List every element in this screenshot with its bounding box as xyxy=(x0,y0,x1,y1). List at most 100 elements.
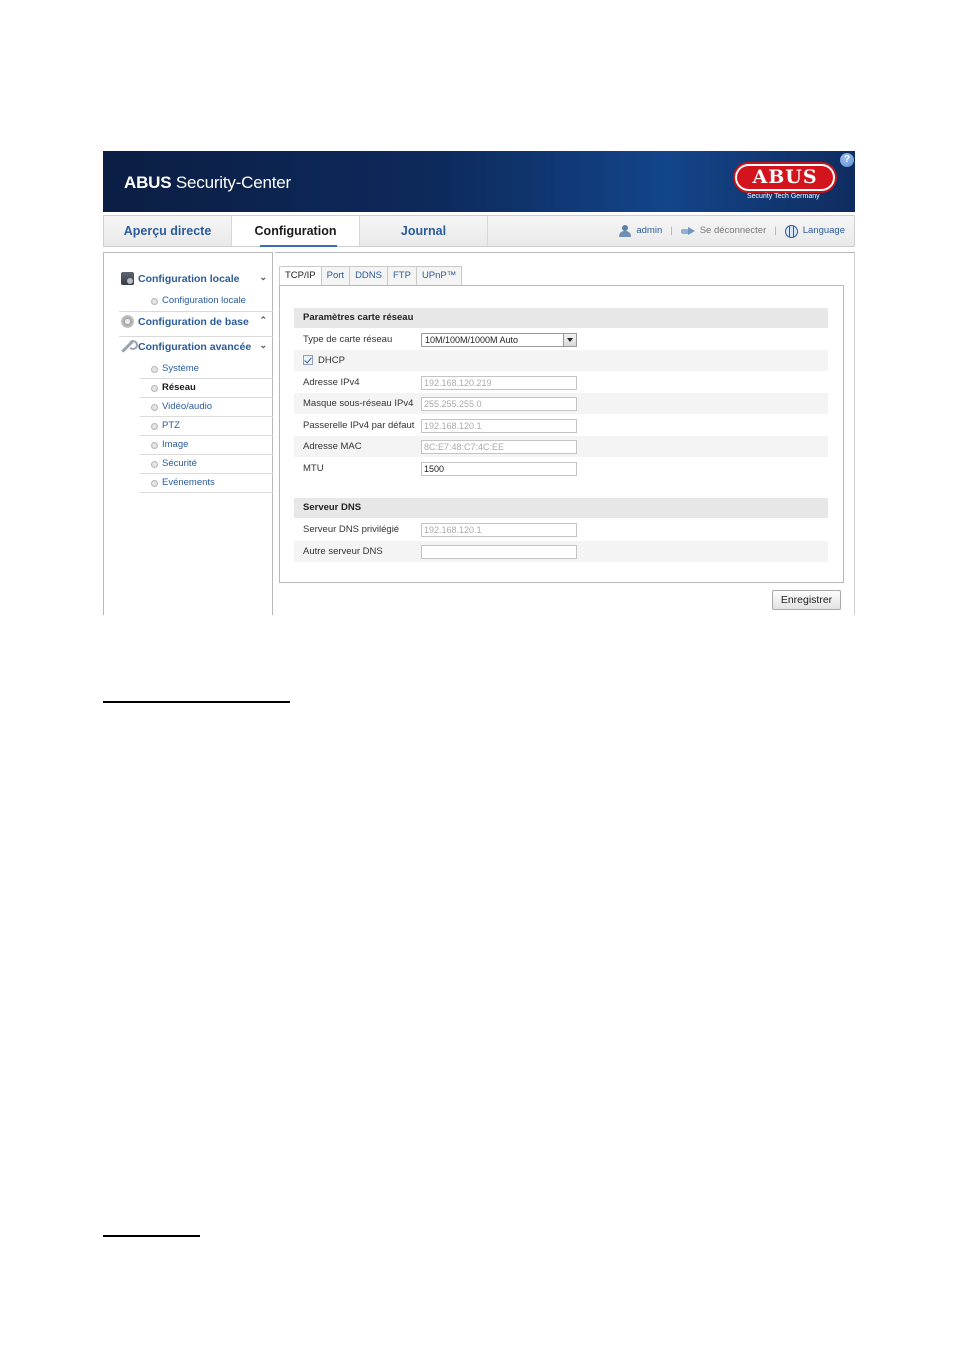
sidebar-group-local-config[interactable]: Configuration locale ⌄ xyxy=(119,269,273,292)
sidebar-group-label: Configuration locale xyxy=(138,273,240,285)
gateway-label: Passerelle IPv4 par défaut xyxy=(303,420,415,431)
user-bar: admin | Se déconnecter | Language xyxy=(618,216,845,246)
abus-logo: ABUS Security Tech Germany xyxy=(731,161,835,200)
subtab-ftp[interactable]: FTP xyxy=(386,266,417,285)
abus-logo-wordmark: ABUS xyxy=(735,164,835,191)
preferred-dns-field[interactable]: 192.168.120.1 xyxy=(421,523,577,537)
content-panel: TCP/IP Port DDNS FTP UPnP™ Paramètres ca… xyxy=(275,252,855,615)
top-navigation: Aperçu directe Configuration Journal adm… xyxy=(103,215,855,247)
dhcp-label: DHCP xyxy=(318,355,345,366)
nic-type-value: 10M/100M/1000M Auto xyxy=(425,335,519,345)
subnet-mask-field[interactable]: 255.255.255.0 xyxy=(421,397,577,411)
separator: | xyxy=(774,225,777,236)
row-ipv4: Adresse IPv4 192.168.120.219 xyxy=(294,372,828,393)
sidebar-item-label: PTZ xyxy=(162,420,180,431)
row-nic-type: Type de carte réseau 10M/100M/1000M Auto xyxy=(294,329,828,350)
section-dns: Serveur DNS xyxy=(294,498,828,518)
sidebar-group-label: Configuration avancée xyxy=(138,341,252,353)
logout-link[interactable]: Se déconnecter xyxy=(700,216,767,246)
row-dhcp: DHCP xyxy=(294,350,828,371)
row-alternate-dns: Autre serveur DNS xyxy=(294,541,828,562)
sidebar-group-label: Configuration de base xyxy=(138,316,249,328)
row-preferred-dns: Serveur DNS privilégié 192.168.120.1 xyxy=(294,519,828,540)
sidebar-item-label: Configuration locale xyxy=(162,295,246,306)
preferred-dns-label: Serveur DNS privilégié xyxy=(303,524,400,535)
logout-icon xyxy=(680,226,695,236)
sidebar-item-network[interactable]: Réseau xyxy=(140,379,273,398)
abus-security-center-window: ABUS Security-Center ABUS Security Tech … xyxy=(103,151,855,615)
bullet-icon xyxy=(151,442,158,449)
mac-label: Adresse MAC xyxy=(303,441,362,452)
sidebar-group-advanced-config[interactable]: Configuration avancée ⌄ xyxy=(119,336,273,359)
chevron-down-icon[interactable]: ⌄ xyxy=(259,272,267,283)
alternate-dns-label: Autre serveur DNS xyxy=(303,546,383,557)
bullet-icon xyxy=(151,461,158,468)
header-banner: ABUS Security-Center ABUS Security Tech … xyxy=(103,151,855,212)
tab-configuration[interactable]: Configuration xyxy=(232,216,360,247)
abus-logo-tagline: Security Tech Germany xyxy=(747,193,820,200)
row-mac: Adresse MAC 8C:E7:48:C7:4C:EE xyxy=(294,436,828,457)
monitor-icon xyxy=(121,272,134,285)
dropdown-arrow-icon[interactable] xyxy=(563,334,576,346)
mtu-field[interactable]: 1500 xyxy=(421,462,577,476)
row-subnet-mask: Masque sous-réseau IPv4 255.255.255.0 xyxy=(294,393,828,414)
sidebar-item-label: Image xyxy=(162,439,189,450)
tab-live-view[interactable]: Aperçu directe xyxy=(104,216,232,246)
ipv4-label: Adresse IPv4 xyxy=(303,377,360,388)
app-title: ABUS Security-Center xyxy=(124,173,291,193)
gateway-field[interactable]: 192.168.120.1 xyxy=(421,419,577,433)
language-link[interactable]: Language xyxy=(803,216,845,246)
chevron-up-icon[interactable]: ⌃ xyxy=(259,315,267,326)
save-button[interactable]: Enregistrer xyxy=(772,590,841,610)
sidebar: Configuration locale ⌄ Configuration loc… xyxy=(103,252,273,615)
bullet-icon xyxy=(151,385,158,392)
sidebar-item-system[interactable]: Système xyxy=(140,360,273,379)
app-title-text: Security-Center xyxy=(171,173,291,192)
user-icon xyxy=(618,224,632,238)
bullet-icon xyxy=(151,423,158,430)
nic-type-select[interactable]: 10M/100M/1000M Auto xyxy=(421,333,577,347)
bullet-icon xyxy=(151,298,158,305)
sidebar-item-video-audio[interactable]: Vidéo/audio xyxy=(140,398,273,417)
sidebar-item-image[interactable]: Image xyxy=(140,436,273,455)
globe-icon xyxy=(784,224,798,238)
nic-type-label: Type de carte réseau xyxy=(303,334,393,345)
gear-icon xyxy=(121,315,134,328)
wrench-icon xyxy=(121,340,138,353)
sidebar-item-security[interactable]: Sécurité xyxy=(140,455,273,474)
sidebar-item-label: Système xyxy=(162,363,199,374)
sidebar-item-label: Evénements xyxy=(162,477,215,488)
sidebar-item-local-config[interactable]: Configuration locale xyxy=(140,292,273,311)
chevron-down-icon[interactable]: ⌄ xyxy=(259,340,267,351)
heading-underline xyxy=(103,701,290,703)
mac-field: 8C:E7:48:C7:4C:EE xyxy=(421,440,577,454)
subtab-upnp[interactable]: UPnP™ xyxy=(415,266,463,285)
row-mtu: MTU 1500 xyxy=(294,458,828,479)
section-nic-params: Paramètres carte réseau xyxy=(294,308,828,328)
sidebar-item-ptz[interactable]: PTZ xyxy=(140,417,273,436)
network-subtabs: TCP/IP Port DDNS FTP UPnP™ xyxy=(279,266,463,286)
dhcp-checkbox[interactable] xyxy=(303,355,313,365)
alternate-dns-field[interactable] xyxy=(421,545,577,559)
separator: | xyxy=(670,225,673,236)
app-title-brand: ABUS xyxy=(124,173,172,192)
username-link[interactable]: admin xyxy=(636,216,662,246)
row-gateway: Passerelle IPv4 par défaut 192.168.120.1 xyxy=(294,415,828,436)
bullet-icon xyxy=(151,366,158,373)
tab-log[interactable]: Journal xyxy=(360,216,488,246)
subnet-mask-label: Masque sous-réseau IPv4 xyxy=(303,398,414,409)
bullet-icon xyxy=(151,480,158,487)
sidebar-item-label: Sécurité xyxy=(162,458,197,469)
subtab-tcpip[interactable]: TCP/IP xyxy=(279,266,322,286)
subtab-ddns[interactable]: DDNS xyxy=(349,266,388,285)
subtab-port[interactable]: Port xyxy=(320,266,351,285)
ipv4-field[interactable]: 192.168.120.219 xyxy=(421,376,577,390)
bullet-icon xyxy=(151,404,158,411)
help-icon[interactable]: ? xyxy=(840,153,854,167)
mtu-label: MTU xyxy=(303,463,324,474)
heading-underline xyxy=(103,1235,200,1237)
sidebar-group-basic-config[interactable]: Configuration de base ⌃ xyxy=(119,311,273,334)
sidebar-item-label: Réseau xyxy=(162,382,196,393)
sidebar-item-events[interactable]: Evénements xyxy=(140,474,273,493)
tcpip-settings-panel: Paramètres carte réseau Type de carte ré… xyxy=(279,285,844,583)
